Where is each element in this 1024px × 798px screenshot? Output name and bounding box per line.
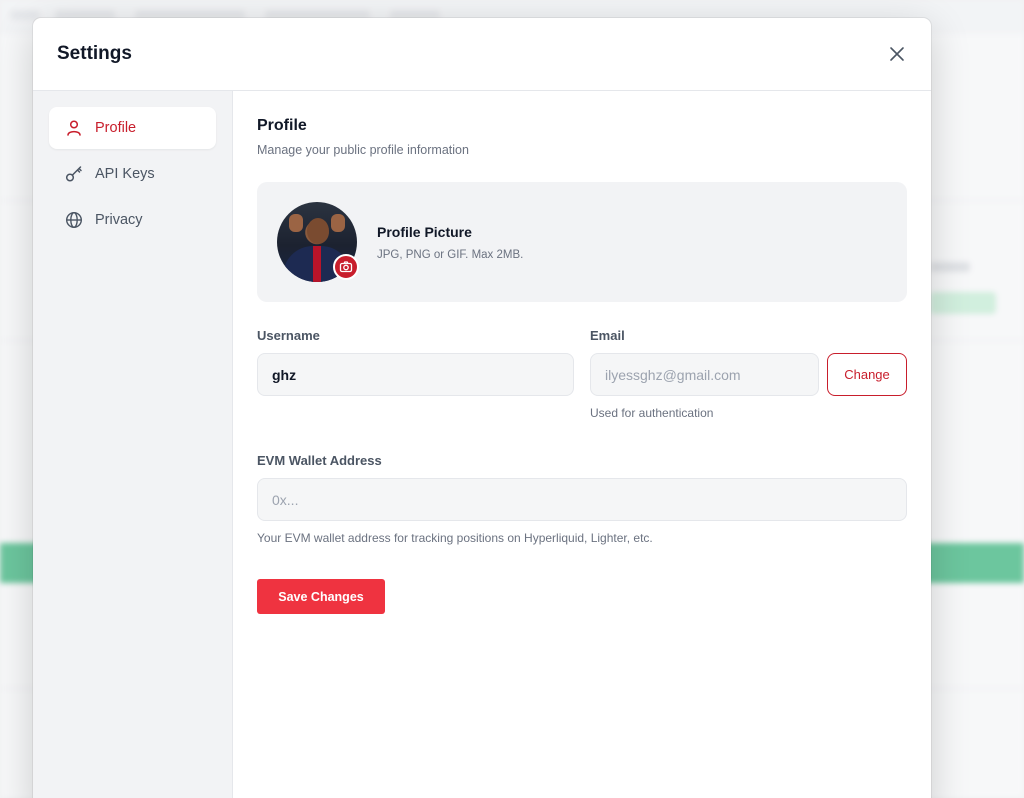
profile-picture-hint: JPG, PNG or GIF. Max 2MB. [377, 248, 524, 261]
section-title: Profile [257, 117, 307, 134]
settings-modal: Settings Profile API Keys Privacy Profil… [33, 18, 931, 798]
avatar-stripe-shape [313, 246, 321, 282]
account-fields-row: Username ghz Email ilyessghz@gmail.com C… [257, 328, 907, 420]
change-email-button[interactable]: Change [827, 353, 907, 396]
wallet-address-input[interactable]: 0x... [257, 478, 907, 521]
save-changes-button[interactable]: Save Changes [257, 579, 385, 614]
profile-picture-card: Profile Picture JPG, PNG or GIF. Max 2MB… [257, 182, 907, 302]
username-input[interactable]: ghz [257, 353, 574, 396]
avatar-head-shape [307, 218, 329, 244]
username-label: Username [257, 328, 320, 343]
modal-header: Settings [33, 18, 931, 91]
globe-icon [65, 211, 83, 229]
avatar-hand-shape [331, 214, 345, 232]
camera-icon [339, 261, 353, 273]
sidebar-item-privacy[interactable]: Privacy [49, 199, 216, 241]
sidebar-item-label: Privacy [95, 212, 143, 228]
email-hint: Used for authentication [590, 406, 714, 420]
key-icon [65, 165, 83, 183]
sidebar-item-profile[interactable]: Profile [49, 107, 216, 149]
profile-panel: Profile Manage your public profile infor… [233, 91, 931, 798]
avatar-hand-shape [289, 214, 303, 232]
section-subtitle: Manage your public profile information [257, 143, 469, 157]
modal-title: Settings [57, 43, 132, 64]
wallet-hint: Your EVM wallet address for tracking pos… [257, 531, 653, 545]
close-button[interactable] [883, 40, 911, 68]
sidebar-item-label: Profile [95, 120, 137, 136]
avatar[interactable] [277, 202, 359, 282]
sidebar-item-label: API Keys [95, 166, 155, 182]
upload-photo-button[interactable] [333, 254, 359, 280]
user-icon [65, 119, 83, 137]
close-icon [890, 47, 904, 61]
username-group: Username ghz [257, 328, 574, 420]
email-label: Email [590, 328, 625, 343]
wallet-label: EVM Wallet Address [257, 453, 382, 468]
email-input[interactable]: ilyessghz@gmail.com [590, 353, 819, 396]
profile-picture-info: Profile Picture JPG, PNG or GIF. Max 2MB… [377, 224, 523, 261]
email-group: Email ilyessghz@gmail.com Change Used fo… [590, 328, 907, 420]
modal-body: Profile API Keys Privacy Profile Manage … [33, 91, 931, 798]
wallet-group: EVM Wallet Address 0x... Your EVM wallet… [257, 453, 907, 545]
email-row: ilyessghz@gmail.com Change [590, 353, 907, 396]
sidebar-item-api-keys[interactable]: API Keys [49, 153, 216, 195]
settings-sidebar: Profile API Keys Privacy [33, 91, 233, 798]
profile-picture-title: Profile Picture [377, 223, 472, 240]
